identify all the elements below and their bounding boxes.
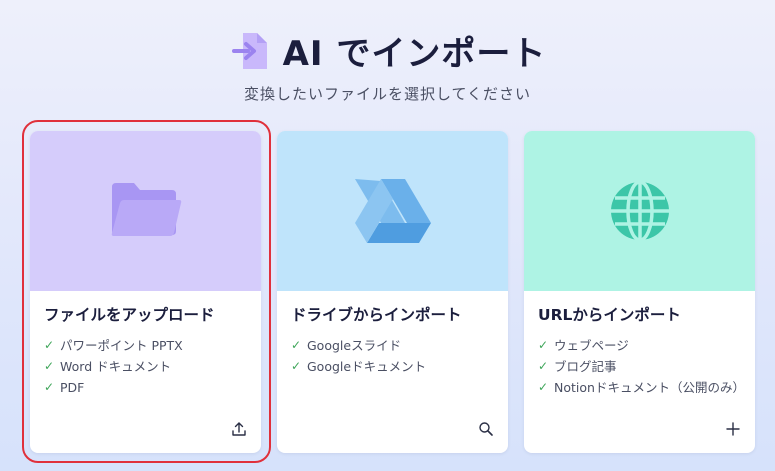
globe-icon xyxy=(610,180,669,242)
feature-item: ✓ PDF xyxy=(44,377,247,398)
feature-item: ✓ Word ドキュメント xyxy=(44,356,247,377)
check-icon: ✓ xyxy=(291,359,302,373)
folder-icon xyxy=(111,183,181,236)
page-subtitle: 変換したいファイルを選択してください xyxy=(243,85,532,103)
card-title: ドライブからインポート xyxy=(291,306,462,324)
feature-item: ✓ ウェブページ xyxy=(538,335,741,356)
card-title: ファイルをアップロード xyxy=(44,306,215,324)
feature-list: ✓ ウェブページ ✓ ブログ記事 ✓ Notionドキュメント（公開のみ） xyxy=(538,335,745,398)
feature-item: ✓ Notionドキュメント（公開のみ） xyxy=(538,377,745,398)
card-art xyxy=(277,131,508,291)
feature-item: ✓ Googleドキュメント xyxy=(291,356,494,377)
search-icon[interactable] xyxy=(476,419,496,439)
feature-item: ✓ ブログ記事 xyxy=(538,356,741,377)
page-title: AI でインポート xyxy=(282,34,547,74)
feature-list: ✓ パワーポイント PPTX ✓ Word ドキュメント ✓ PDF xyxy=(44,335,247,398)
upload-file-card[interactable]: ファイルをアップロード ✓ パワーポイント PPTX ✓ Word ドキュメント ✓… xyxy=(30,131,261,453)
feature-item: ✓ Googleスライド xyxy=(291,335,494,356)
card-art xyxy=(524,131,755,291)
check-icon: ✓ xyxy=(538,380,549,394)
feature-list: ✓ Googleスライド ✓ Googleドキュメント xyxy=(291,335,494,377)
card-art xyxy=(30,131,261,291)
card-title: URLからインポート xyxy=(538,306,681,324)
check-icon: ✓ xyxy=(44,380,55,394)
url-import-card[interactable]: URLからインポート ✓ ウェブページ ✓ ブログ記事 ✓ Notionドキュメント（… xyxy=(524,131,755,453)
check-icon: ✓ xyxy=(291,338,302,352)
check-icon: ✓ xyxy=(538,359,549,373)
feature-item: ✓ パワーポイント PPTX xyxy=(44,335,247,356)
check-icon: ✓ xyxy=(44,338,55,352)
drive-import-card[interactable]: ドライブからインポート ✓ Googleスライド ✓ Googleドキュメント xyxy=(277,131,508,453)
check-icon: ✓ xyxy=(538,338,549,352)
plus-icon[interactable] xyxy=(723,419,743,439)
page-header: AI でインポート xyxy=(0,26,775,75)
file-import-icon xyxy=(231,32,267,69)
google-drive-icon xyxy=(354,179,431,243)
upload-icon[interactable] xyxy=(229,419,249,439)
check-icon: ✓ xyxy=(44,359,55,373)
